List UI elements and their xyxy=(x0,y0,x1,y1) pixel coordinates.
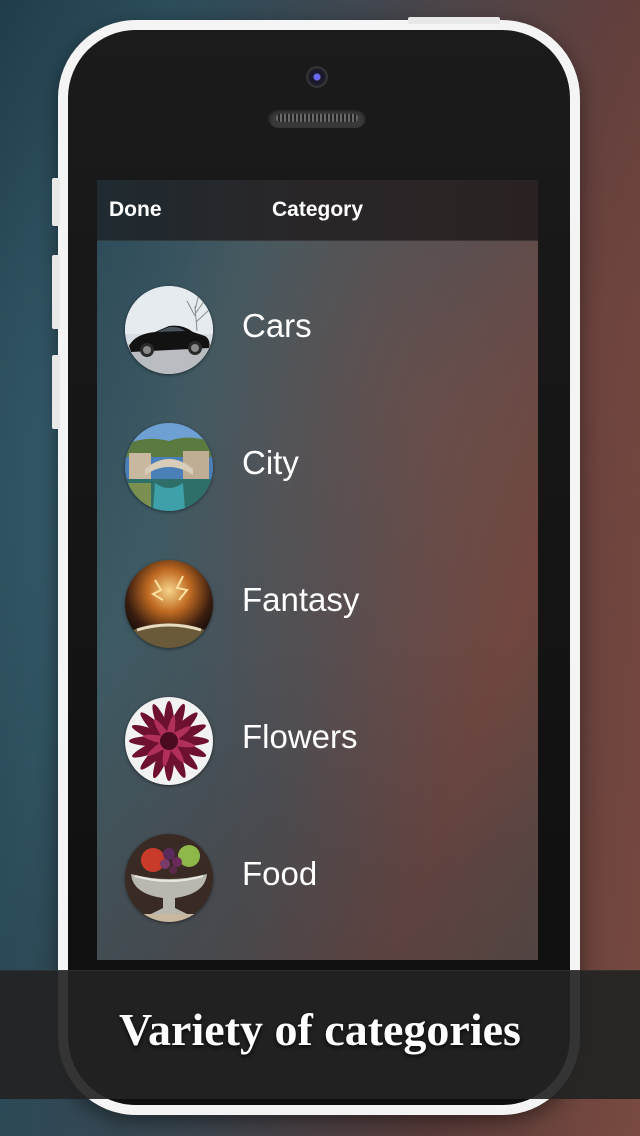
phone-screen: Category Done Cars City Fantasy Flowers … xyxy=(97,180,538,960)
flowers-thumbnail-icon xyxy=(125,697,213,785)
volume-up-button xyxy=(52,255,60,329)
page-title: Category xyxy=(271,198,364,221)
navigation-bar: Category Done xyxy=(97,180,538,241)
category-label: Cars xyxy=(242,307,312,344)
category-row-fantasy[interactable]: Fantasy xyxy=(97,514,538,651)
category-row-city[interactable]: City xyxy=(97,377,538,514)
done-button[interactable]: Done xyxy=(109,198,162,222)
speaker-grille xyxy=(268,108,366,128)
category-label: Flowers xyxy=(242,718,358,755)
category-list: Cars City Fantasy Flowers Food xyxy=(97,240,538,925)
camera-icon xyxy=(306,66,328,88)
category-label: Fantasy xyxy=(242,581,360,618)
fantasy-thumbnail-icon xyxy=(125,560,213,648)
category-row-food[interactable]: Food xyxy=(97,788,538,925)
promo-caption: Variety of categories xyxy=(119,1004,521,1055)
cars-thumbnail-icon xyxy=(125,286,213,374)
power-button xyxy=(408,17,500,24)
food-thumbnail-icon xyxy=(125,834,213,922)
category-row-cars[interactable]: Cars xyxy=(97,240,538,377)
category-label: Food xyxy=(242,855,318,892)
category-label: City xyxy=(242,444,299,481)
volume-down-button xyxy=(52,355,60,429)
category-row-flowers[interactable]: Flowers xyxy=(97,651,538,788)
city-thumbnail-icon xyxy=(125,423,213,511)
mute-switch xyxy=(52,178,60,226)
